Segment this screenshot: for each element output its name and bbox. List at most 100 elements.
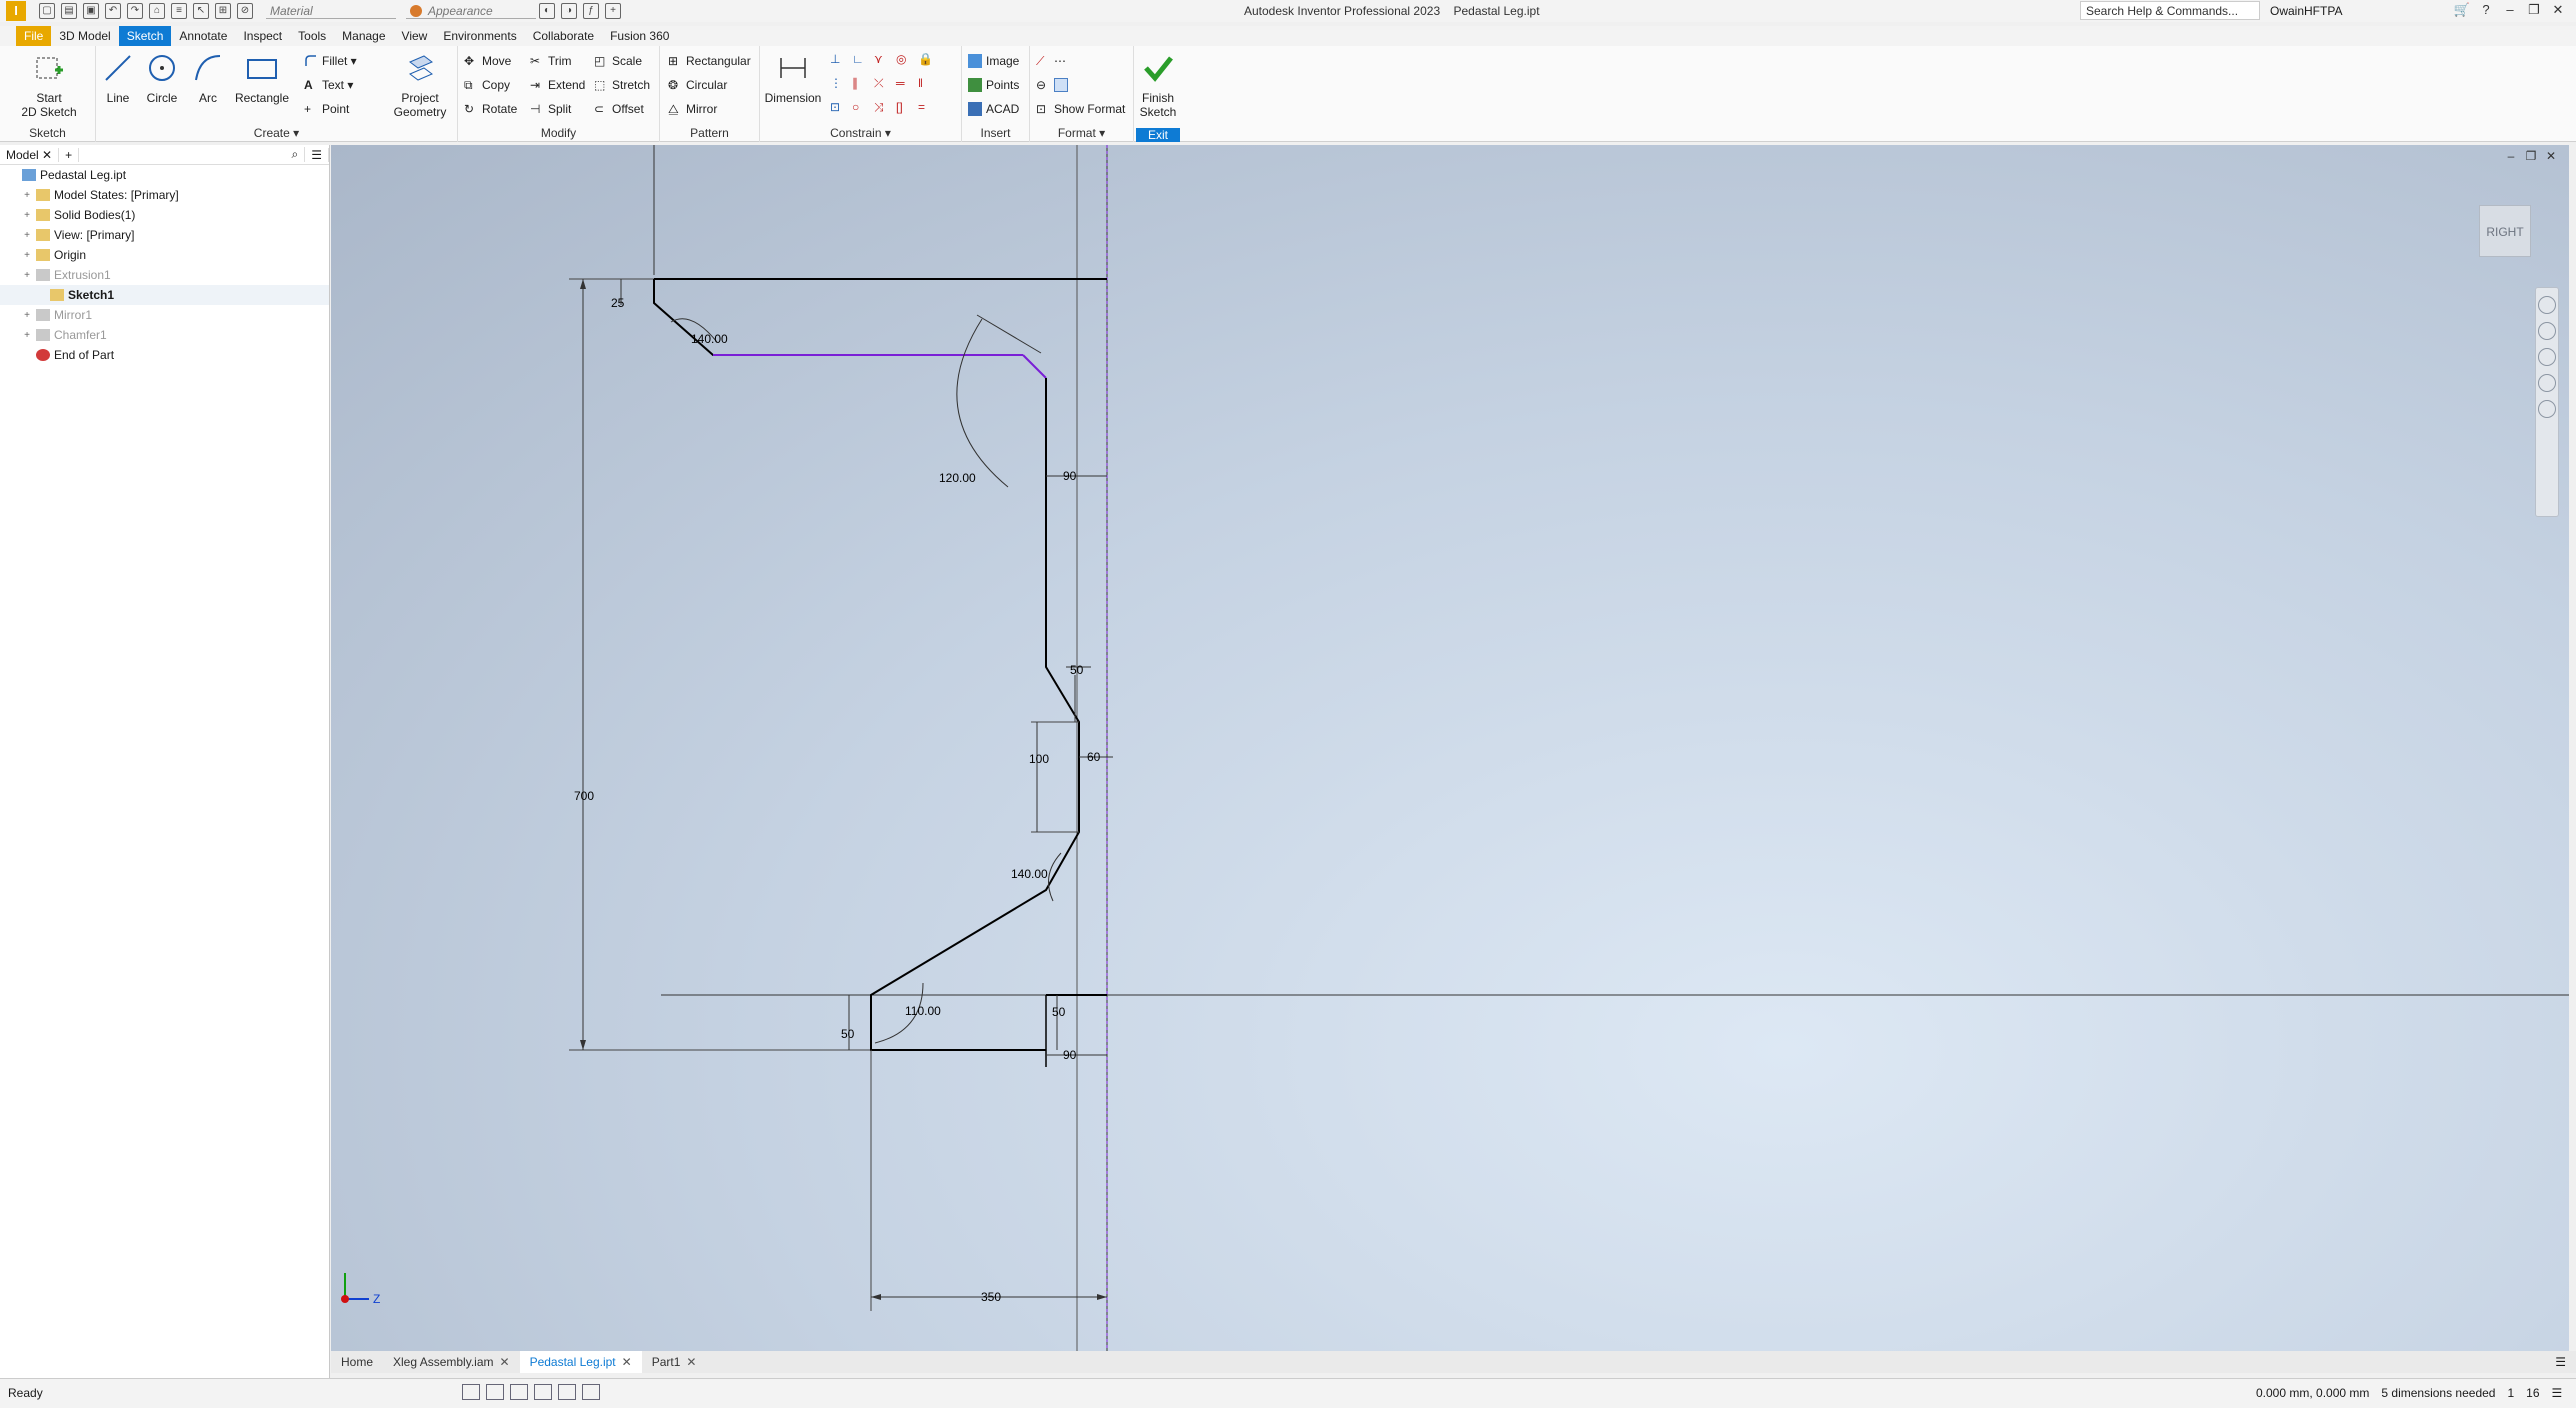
copy-button[interactable]: ⧉ Copy	[464, 78, 510, 92]
appearance-dropdown[interactable]: Appearance	[406, 3, 536, 19]
tree-item[interactable]: + Extrusion1	[0, 265, 329, 285]
redo-icon[interactable]: ↷	[127, 3, 143, 19]
steering-wheel-icon[interactable]	[2538, 296, 2556, 314]
expand-icon[interactable]: +	[22, 190, 32, 201]
tabs-menu-icon[interactable]: ☰	[2555, 1355, 2576, 1369]
dim-350-text[interactable]: 350	[981, 1290, 1001, 1304]
no-material-icon[interactable]: ⊘	[237, 3, 253, 19]
add-icon[interactable]: +	[605, 3, 621, 19]
relax-mode-icon[interactable]	[582, 1384, 600, 1400]
trim-button[interactable]: ✂ Trim	[530, 54, 572, 68]
dim-100-text[interactable]: 100	[1029, 752, 1049, 766]
dim-700-text[interactable]: 700	[574, 789, 594, 803]
tree-item[interactable]: + Solid Bodies(1)	[0, 205, 329, 225]
undo-icon[interactable]: ↶	[105, 3, 121, 19]
parallel-icon[interactable]: ∥	[852, 76, 872, 100]
bracket-icon[interactable]: []	[896, 100, 916, 124]
cart-icon[interactable]: 🛒	[2450, 2, 2474, 18]
dim-50-bottom-left-text[interactable]: 50	[841, 1027, 855, 1041]
browser-menu-icon[interactable]: ☰	[305, 147, 329, 162]
format-panel-title[interactable]: Format ▾	[1030, 126, 1133, 140]
infer-constraints-icon[interactable]	[558, 1384, 576, 1400]
close-tab-icon[interactable]: ✕	[500, 1351, 510, 1373]
tab-3d-model[interactable]: 3D Model	[51, 26, 118, 46]
dimension-display-icon[interactable]	[510, 1384, 528, 1400]
automatic-dimensions-icon[interactable]: ⊡	[830, 100, 850, 124]
fx-parameters-icon[interactable]: ƒ	[583, 3, 599, 19]
dim-120-text[interactable]: 120.00	[939, 471, 976, 485]
dimension-button[interactable]: Dimension	[762, 52, 824, 105]
degrees-of-freedom-icon[interactable]	[534, 1384, 552, 1400]
construction-button[interactable]: ⟋ ⋯	[1036, 54, 1072, 68]
tab-file[interactable]: File	[16, 26, 52, 46]
open-file-icon[interactable]: ▤	[61, 3, 77, 19]
dim-90-top-text[interactable]: 90	[1063, 469, 1077, 483]
look-at-icon[interactable]	[2538, 400, 2556, 418]
split-button[interactable]: ⊣ Split	[530, 102, 571, 116]
zoom-icon[interactable]	[2538, 348, 2556, 366]
select-icon[interactable]: ↖	[193, 3, 209, 19]
viewcube[interactable]: RIGHT	[2479, 205, 2531, 257]
rectangular-pattern-button[interactable]: ⊞ Rectangular	[668, 54, 751, 68]
move-button[interactable]: ✥ Move	[464, 54, 511, 68]
grid-snap-icon[interactable]	[462, 1384, 480, 1400]
clear-icon[interactable]: ◑	[561, 3, 577, 19]
close-tab-icon[interactable]: ✕	[686, 1351, 696, 1373]
smooth-icon[interactable]: ⤫	[874, 76, 894, 100]
viewport-close-icon[interactable]: ✕	[2541, 149, 2561, 163]
mirror-button[interactable]: ⧋ Mirror	[668, 102, 717, 116]
extend-button[interactable]: ⇥ Extend	[530, 78, 585, 92]
adjust-icon[interactable]: ◐	[539, 3, 555, 19]
tree-item[interactable]: End of Part	[0, 345, 329, 365]
dim-60-text[interactable]: 60	[1087, 750, 1101, 764]
document-tab[interactable]: Home	[331, 1351, 383, 1373]
create-panel-title[interactable]: Create ▾	[96, 126, 457, 140]
add-browser-tab-icon[interactable]: +	[59, 147, 80, 162]
horizontal-icon[interactable]: ═	[896, 76, 916, 100]
document-tab[interactable]: Pedastal Leg.ipt ✕	[519, 1351, 642, 1373]
dim-25-text[interactable]: 25	[611, 296, 625, 310]
fillet-button[interactable]: Fillet ▾	[304, 54, 357, 68]
circular-pattern-button[interactable]: ❂ Circular	[668, 78, 727, 92]
tab-view[interactable]: View	[394, 26, 436, 46]
concentric-icon[interactable]: ◎	[896, 52, 916, 76]
fix-icon[interactable]: 🔒	[918, 52, 938, 76]
minimize-icon[interactable]: –	[2498, 2, 2522, 18]
image-button[interactable]: Image	[968, 54, 1019, 68]
close-tab-icon[interactable]: ✕	[622, 1351, 632, 1373]
arc-button[interactable]: Arc	[188, 52, 228, 105]
vertical-icon[interactable]: ‖	[918, 76, 938, 100]
dim-50-mid-text[interactable]: 50	[1070, 663, 1084, 677]
dim-50-bottom-right-text[interactable]: 50	[1052, 1005, 1066, 1019]
rotate-button[interactable]: ↻ Rotate	[464, 102, 517, 116]
expand-icon[interactable]: +	[22, 250, 32, 261]
tree-item[interactable]: Sketch1	[0, 285, 329, 305]
points-button[interactable]: Points	[968, 78, 1019, 92]
tangent-icon[interactable]: ⋎	[874, 52, 894, 76]
equal-icon[interactable]: =	[918, 100, 938, 124]
coincident-icon[interactable]: ⊥	[830, 52, 850, 76]
tab-inspect[interactable]: Inspect	[235, 26, 290, 46]
tab-tools[interactable]: Tools	[290, 26, 334, 46]
tab-collaborate[interactable]: Collaborate	[525, 26, 602, 46]
tree-item[interactable]: + Chamfer1	[0, 325, 329, 345]
stretch-button[interactable]: ⬚ Stretch	[594, 78, 650, 92]
equal-angle-icon[interactable]: ⤨	[874, 100, 894, 124]
viewport-restore-icon[interactable]: ❐	[2521, 149, 2541, 163]
home-icon[interactable]: ⌂	[149, 3, 165, 19]
rectangle-button[interactable]: Rectangle	[232, 52, 292, 105]
orbit-icon[interactable]	[2538, 374, 2556, 392]
user-account[interactable]: OwainHFTPA	[2270, 4, 2342, 18]
highlighted-chamfer-line[interactable]	[1022, 354, 1047, 379]
expand-icon[interactable]: +	[22, 230, 32, 241]
browser-search-icon[interactable]: ⌕	[286, 147, 306, 162]
driven-dimension-icon[interactable]	[1054, 78, 1068, 92]
tab-manage[interactable]: Manage	[334, 26, 393, 46]
project-geometry-button[interactable]: Project Geometry	[386, 52, 454, 119]
graphics-viewport[interactable]: 700 25 140.00 120.00 90 50 100 60 140.00 110.00 50…	[331, 145, 2569, 1351]
constrain-panel-title[interactable]: Constrain ▾	[760, 126, 961, 140]
tree-item[interactable]: + Origin	[0, 245, 329, 265]
document-tab[interactable]: Part1 ✕	[642, 1351, 707, 1373]
viewport-minimize-icon[interactable]: –	[2501, 149, 2521, 163]
acad-button[interactable]: ACAD	[968, 102, 1019, 116]
